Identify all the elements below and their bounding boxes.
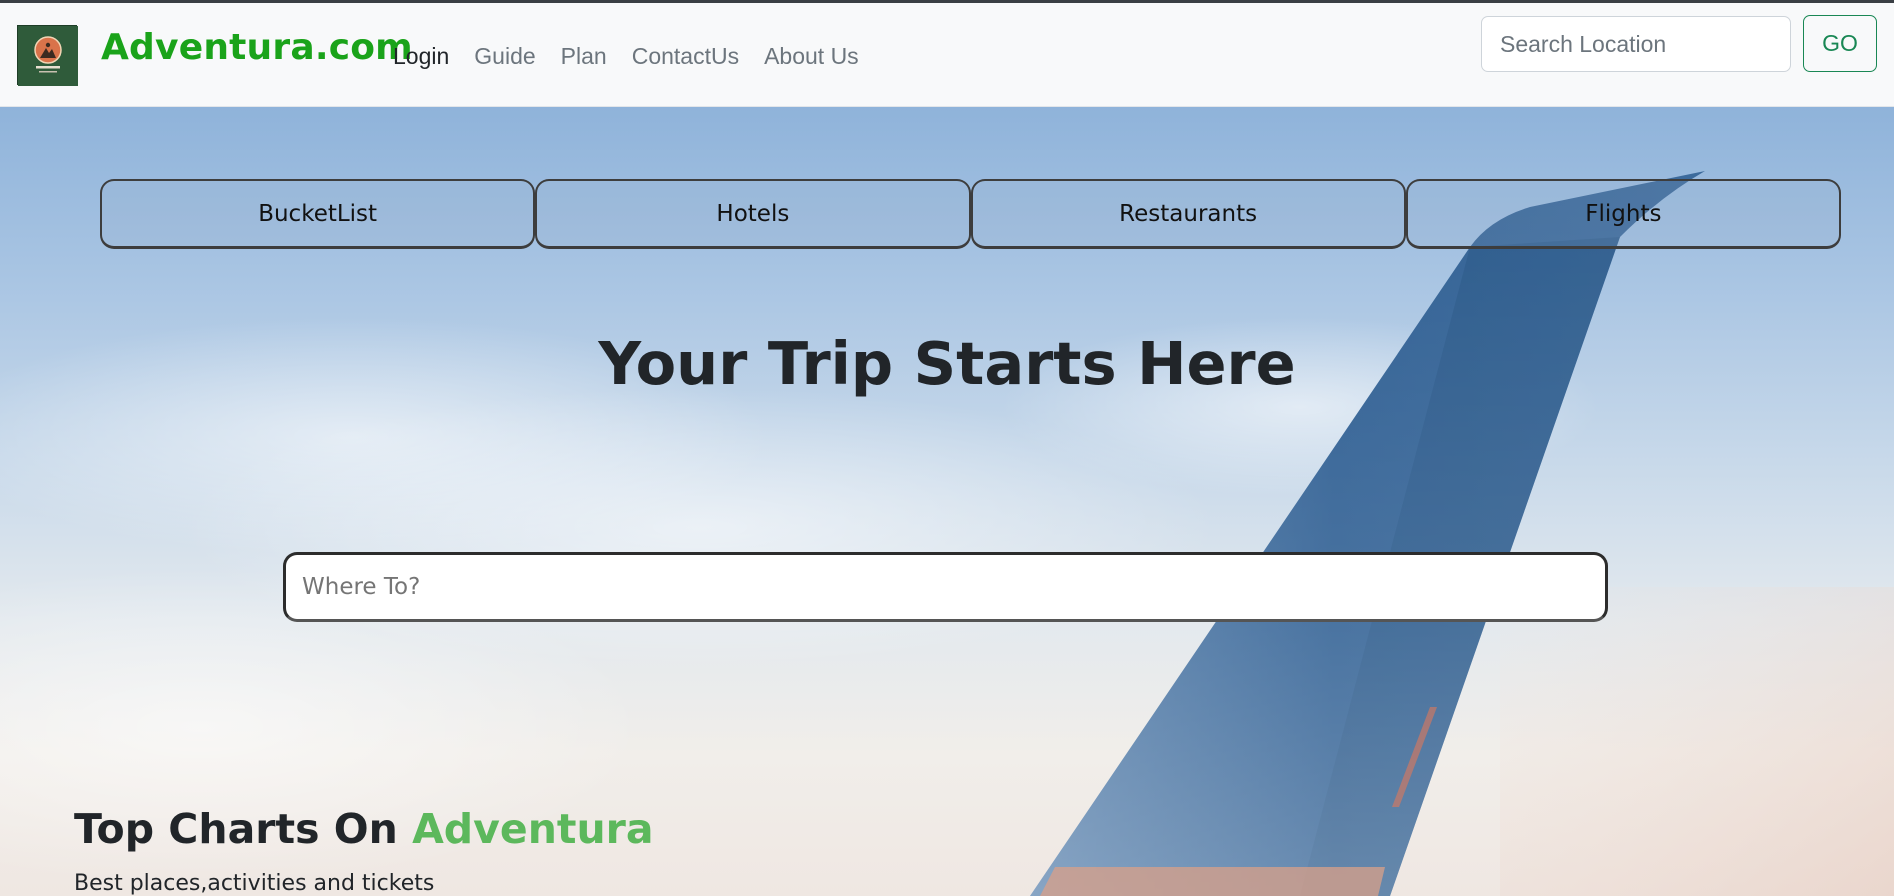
- nav-link-contactus[interactable]: ContactUs: [632, 43, 739, 70]
- nav-link-guide[interactable]: Guide: [474, 43, 535, 70]
- category-tabs: BucketList Hotels Restaurants Flights: [100, 179, 1841, 249]
- site-logo[interactable]: [17, 25, 78, 86]
- nav-link-about-us[interactable]: About Us: [764, 43, 859, 70]
- hero-title: Your Trip Starts Here: [598, 329, 1296, 398]
- top-charts-subtitle: Best places,activities and tickets: [74, 871, 435, 896]
- tab-restaurants[interactable]: Restaurants: [970, 179, 1406, 249]
- nav-link-plan[interactable]: Plan: [561, 43, 607, 70]
- search-location-input[interactable]: [1481, 16, 1791, 72]
- tab-flights[interactable]: Flights: [1405, 179, 1841, 249]
- go-button[interactable]: GO: [1803, 15, 1877, 72]
- top-charts-heading: Top Charts On Adventura: [74, 805, 654, 853]
- top-charts-heading-accent: Adventura: [412, 805, 654, 853]
- top-charts-heading-prefix: Top Charts On: [74, 805, 413, 853]
- brand-name[interactable]: Adventura.com: [101, 27, 413, 68]
- nav-link-login[interactable]: Login: [393, 43, 449, 70]
- tab-bucketlist[interactable]: BucketList: [100, 179, 536, 249]
- navbar: Adventura.com Login Guide Plan ContactUs…: [0, 3, 1894, 107]
- hero-section: BucketList Hotels Restaurants Flights Yo…: [0, 107, 1894, 896]
- where-to-search-input[interactable]: [283, 552, 1608, 622]
- nav-links: Login Guide Plan ContactUs About Us: [393, 43, 884, 70]
- logo-emblem-icon: [18, 26, 78, 86]
- tab-hotels[interactable]: Hotels: [535, 179, 971, 249]
